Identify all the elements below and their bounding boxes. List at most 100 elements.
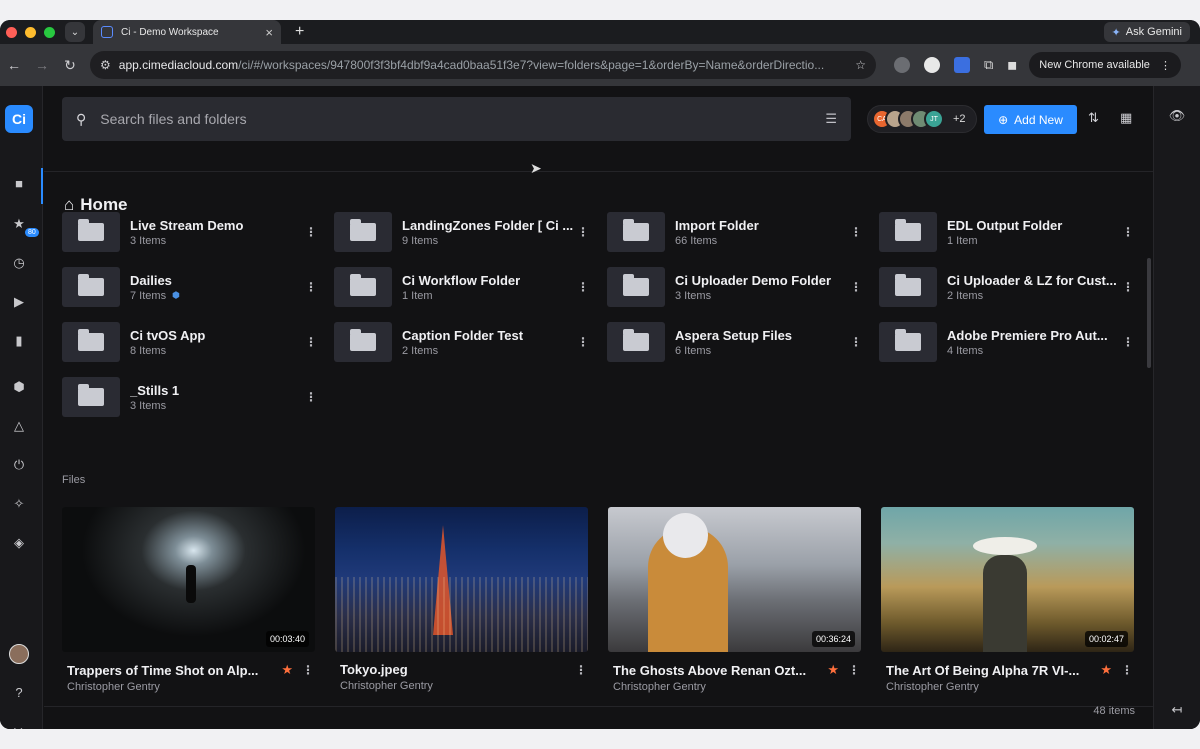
box-nav-icon[interactable]: ⬢ — [0, 379, 38, 395]
close-window-button[interactable] — [6, 26, 17, 38]
folder-item[interactable]: Ci Workflow Folder 1 Item ⋮ — [334, 267, 590, 307]
sparkle-nav-icon[interactable]: ✧ — [0, 496, 38, 512]
ci-logo[interactable]: Ci — [5, 105, 33, 133]
file-card[interactable]: 00:03:40 Trappers of Time Shot on Alp... ★… — [62, 507, 315, 702]
more-options-icon[interactable]: ⋮ — [576, 335, 590, 349]
extension-icon[interactable] — [954, 57, 970, 73]
window-controls — [6, 26, 55, 38]
more-options-icon[interactable]: ⋮ — [301, 663, 315, 677]
close-tab-icon[interactable]: × — [265, 25, 273, 40]
new-tab-button[interactable]: + — [295, 23, 304, 41]
help-icon[interactable]: ? — [0, 685, 38, 700]
filter-icon[interactable]: ☰ — [825, 111, 837, 127]
file-card[interactable]: Tokyo.jpeg ⋮ Christopher Gentry — [335, 507, 588, 702]
folder-name: Adobe Premiere Pro Aut... — [947, 327, 1108, 343]
address-bar[interactable]: ⚙ app.cimediacloud.com/ci/#/workspaces/9… — [90, 51, 876, 79]
favorite-star-icon[interactable]: ★ — [1100, 662, 1112, 678]
folder-item[interactable]: Caption Folder Test 2 Items ⋮ — [334, 322, 590, 362]
file-thumbnail[interactable]: 00:03:40 — [62, 507, 315, 652]
folder-info: Ci Uploader & LZ for Cust... 2 Items — [947, 273, 1121, 302]
more-options-icon[interactable]: ⋮ — [1121, 225, 1135, 239]
folder-item[interactable]: Ci tvOS App 8 Items ⋮ — [62, 322, 318, 362]
recent-count-badge: 80 — [25, 228, 39, 237]
file-thumbnail[interactable] — [335, 507, 588, 652]
ask-gemini-button[interactable]: ✦ Ask Gemini — [1103, 22, 1190, 42]
collaborators-group[interactable]: CA JT +2 — [867, 105, 977, 133]
clock-nav-icon[interactable]: ◷ — [0, 255, 38, 271]
more-options-icon[interactable]: ⋮ — [576, 225, 590, 239]
expand-panel-icon[interactable]: ↤ — [1158, 702, 1196, 718]
folder-item[interactable]: Dailies 7 Items ⬢ ⋮ — [62, 267, 318, 307]
bookmark-star-icon[interactable]: ☆ — [855, 58, 866, 72]
more-options-icon[interactable]: ⋮ — [304, 390, 318, 404]
more-options-icon[interactable]: ⋮ — [574, 663, 588, 677]
folder-item[interactable]: Ci Uploader & LZ for Cust... 2 Items ⋮ — [879, 267, 1135, 307]
more-collaborators[interactable]: +2 — [953, 113, 966, 125]
chrome-update-button[interactable]: New Chrome available ⋮ — [1029, 52, 1181, 78]
more-options-icon[interactable]: ⋮ — [849, 280, 863, 294]
folder-icon — [623, 219, 649, 241]
more-options-icon[interactable]: ⋮ — [576, 280, 590, 294]
tab-active[interactable]: Ci - Demo Workspace × — [93, 20, 281, 44]
power-nav-icon[interactable]: ⏻ — [0, 457, 38, 473]
folder-item[interactable]: Import Folder 66 Items ⋮ — [607, 212, 863, 252]
eye-icon[interactable]: 👁 — [1158, 108, 1196, 124]
back-arrow-icon[interactable]: ← — [0, 57, 28, 73]
media-control-icon[interactable]: ◼ — [1007, 58, 1017, 72]
folder-icon — [78, 384, 104, 406]
item-count: 48 items — [1093, 705, 1135, 717]
site-info-icon[interactable]: ⚙ — [100, 58, 111, 72]
folder-item[interactable]: Aspera Setup Files 6 Items ⋮ — [607, 322, 863, 362]
profile-avatar-icon[interactable] — [924, 57, 940, 73]
more-options-icon[interactable]: ⋮ — [1120, 663, 1134, 677]
user-avatar[interactable] — [0, 644, 38, 667]
more-options-icon[interactable]: ⋮ — [1121, 335, 1135, 349]
more-options-icon[interactable]: ⋮ — [1121, 280, 1135, 294]
more-options-icon[interactable]: ⋮ — [304, 280, 318, 294]
more-options-icon[interactable]: ⋮ — [847, 663, 861, 677]
collapse-sidebar-icon[interactable]: ↦ — [0, 723, 38, 729]
file-thumbnail[interactable]: 00:02:47 — [881, 507, 1134, 652]
folder-item[interactable]: EDL Output Folder 1 Item ⋮ — [879, 212, 1135, 252]
sort-icon[interactable]: ⇅ — [1088, 110, 1099, 126]
folder-item[interactable]: Live Stream Demo 3 Items ⋮ — [62, 212, 318, 252]
folder-count: 4 Items — [947, 344, 984, 357]
favorite-star-icon[interactable]: ★ — [827, 662, 839, 678]
folder-item[interactable]: Ci Uploader Demo Folder 3 Items ⋮ — [607, 267, 863, 307]
reload-icon[interactable]: ↻ — [56, 57, 84, 74]
scrollbar[interactable] — [1147, 258, 1151, 368]
file-card[interactable]: 00:36:24 The Ghosts Above Renan Ozt... ★ ⋮ C… — [608, 507, 861, 702]
more-options-icon[interactable]: ⋮ — [304, 225, 318, 239]
more-options-icon[interactable]: ⋮ — [304, 335, 318, 349]
tab-search-button[interactable]: ⌄ — [65, 22, 85, 42]
minimize-window-button[interactable] — [25, 26, 36, 38]
cloud-nav-icon[interactable]: △ — [0, 418, 38, 434]
more-options-icon[interactable]: ⋮ — [849, 335, 863, 349]
folder-count: 3 Items — [130, 234, 167, 247]
file-title-row: The Art Of Being Alpha 7R VI-... ★ ⋮ — [881, 662, 1134, 678]
target-nav-icon[interactable]: ◈ — [0, 535, 38, 551]
folder-nav-icon[interactable]: ■ — [0, 176, 38, 191]
search-input[interactable]: Search files and folders — [100, 111, 246, 127]
folder-item[interactable]: Adobe Premiere Pro Aut... 4 Items ⋮ — [879, 322, 1135, 362]
collaborator-avatar[interactable]: JT — [924, 109, 944, 129]
file-card[interactable]: 00:02:47 The Art Of Being Alpha 7R VI-...… — [881, 507, 1134, 702]
folder-icon — [895, 329, 921, 351]
add-new-button[interactable]: ⊕ Add New — [984, 105, 1077, 134]
extensions-area: ⧉ ◼ — [894, 57, 1017, 73]
favorite-star-icon[interactable]: ★ — [281, 662, 293, 678]
grid-view-icon[interactable]: ▦ — [1120, 110, 1132, 126]
file-thumbnail[interactable]: 00:36:24 — [608, 507, 861, 652]
extension-icon[interactable] — [894, 57, 910, 73]
puzzle-extensions-icon[interactable]: ⧉ — [984, 57, 993, 73]
maximize-window-button[interactable] — [44, 26, 55, 38]
more-options-icon[interactable]: ⋮ — [849, 225, 863, 239]
folder-item[interactable]: LandingZones Folder [ Ci ... 9 Items ⋮ — [334, 212, 590, 252]
forward-arrow-icon[interactable]: → — [28, 57, 56, 73]
file-title: Trappers of Time Shot on Alp... — [67, 662, 259, 678]
trash-nav-icon[interactable]: ▮ — [0, 333, 38, 349]
video-nav-icon[interactable]: ▶ — [0, 294, 38, 310]
search-bar[interactable]: ⚲ Search files and folders ☰ — [62, 97, 851, 141]
folder-item[interactable]: _Stills 13 Items ⋮ — [62, 377, 318, 417]
search-icon: ⚲ — [76, 110, 87, 127]
